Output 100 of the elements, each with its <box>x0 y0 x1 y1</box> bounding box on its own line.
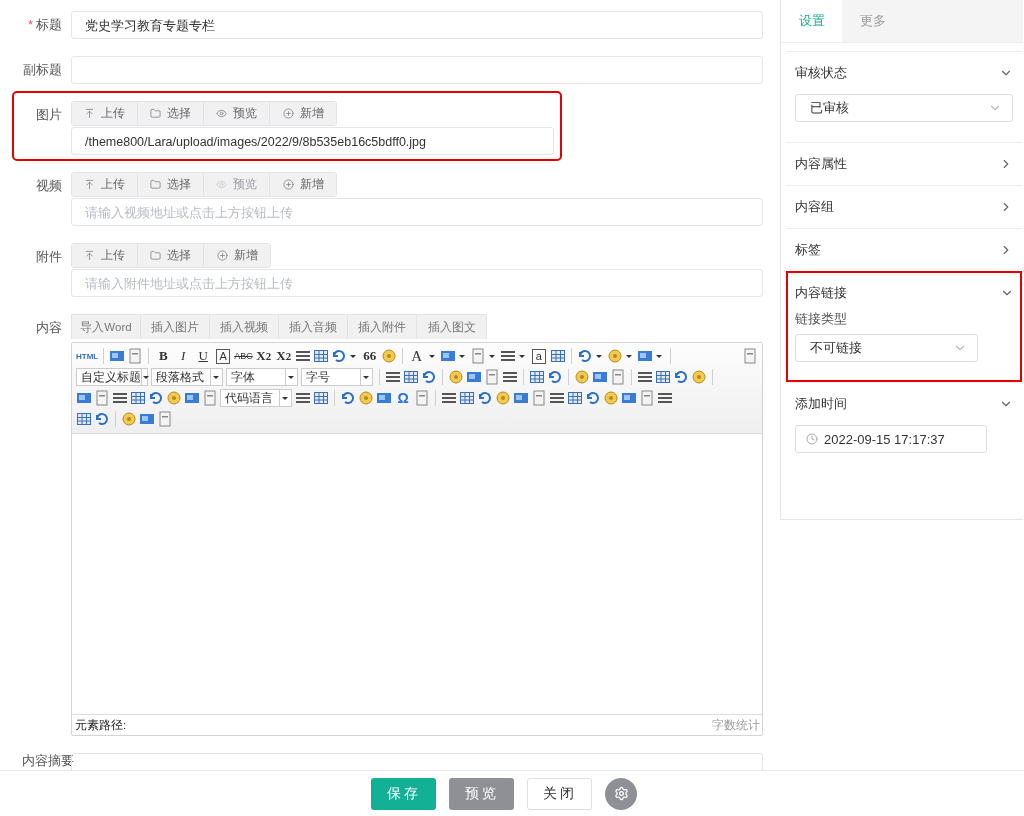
arrow-icon[interactable] <box>340 390 356 406</box>
page-icon[interactable] <box>639 390 655 406</box>
table-icon[interactable] <box>76 411 92 427</box>
section-header[interactable]: 添加时间 <box>795 383 1013 425</box>
page-icon[interactable] <box>157 411 173 427</box>
table-icon[interactable] <box>655 369 671 385</box>
field-label: 副标题 <box>23 62 62 77</box>
circle-icon[interactable] <box>380 348 397 364</box>
plus-circle-icon <box>216 250 228 261</box>
page-icon[interactable] <box>94 390 110 406</box>
caret-icon <box>362 375 369 379</box>
link-type-select[interactable]: 不可链接 <box>795 334 978 362</box>
tile-icon[interactable] <box>513 390 529 406</box>
plus-circle-icon <box>282 108 294 119</box>
lines-icon[interactable] <box>294 348 311 364</box>
input-field[interactable]: 党史学习教育专题专栏 <box>71 11 763 39</box>
tile-icon[interactable] <box>592 369 608 385</box>
table-icon[interactable] <box>549 348 566 364</box>
settings-button[interactable] <box>605 777 637 810</box>
lines-icon[interactable] <box>499 348 516 364</box>
circle-icon[interactable] <box>691 369 707 385</box>
tile-icon[interactable] <box>621 390 637 406</box>
table-icon[interactable] <box>567 390 583 406</box>
circle-icon[interactable] <box>166 390 182 406</box>
format-button[interactable]: U <box>194 347 213 365</box>
page-icon[interactable] <box>414 390 430 406</box>
page-icon[interactable] <box>469 348 486 364</box>
tile-icon[interactable] <box>466 369 482 385</box>
toolbar-select[interactable]: 代码语言 <box>220 389 292 407</box>
format-button[interactable]: I <box>174 347 193 365</box>
section-header[interactable]: 审核状态 <box>795 52 1013 94</box>
tile-icon[interactable] <box>439 348 456 364</box>
table-icon[interactable] <box>130 390 146 406</box>
arrow-icon[interactable] <box>94 411 110 427</box>
circle-icon[interactable] <box>574 369 590 385</box>
arrow-icon[interactable] <box>585 390 601 406</box>
circle-icon[interactable] <box>495 390 511 406</box>
lines-icon[interactable] <box>295 390 311 406</box>
table-icon[interactable] <box>313 390 329 406</box>
upload-toolbar-button[interactable]: 上传 <box>72 102 138 125</box>
arrow-icon[interactable] <box>673 369 689 385</box>
section-header[interactable]: 内容组 <box>795 186 1013 228</box>
circle-icon[interactable] <box>448 369 464 385</box>
section-header[interactable]: 内容属性 <box>795 143 1013 185</box>
format-button[interactable]: Ω <box>394 389 412 407</box>
toolbar-select[interactable]: 字号 <box>301 368 373 386</box>
format-button[interactable]: HTML <box>76 347 99 365</box>
circle-icon[interactable] <box>358 390 374 406</box>
page-icon[interactable] <box>484 369 500 385</box>
format-button[interactable]: 66 <box>360 347 379 365</box>
table-icon[interactable] <box>529 369 545 385</box>
tile-icon[interactable] <box>636 348 653 364</box>
tile-icon[interactable] <box>76 390 92 406</box>
arrow-icon[interactable] <box>576 348 593 364</box>
toolbar-select[interactable]: 字体 <box>226 368 298 386</box>
page-icon[interactable] <box>202 390 218 406</box>
date-time-field[interactable]: 2022-09-15 17:17:37 <box>795 425 987 453</box>
field-label: 内容 <box>35 319 63 337</box>
upload-toolbar-button[interactable]: 上传 <box>72 244 138 267</box>
lines-icon[interactable] <box>112 390 128 406</box>
tile-icon[interactable] <box>184 390 200 406</box>
upload-toolbar-button[interactable]: 上传 <box>72 173 138 196</box>
page-icon[interactable] <box>127 348 144 364</box>
arrow-icon[interactable] <box>330 348 347 364</box>
lines-icon[interactable] <box>637 369 653 385</box>
format-button[interactable]: a <box>531 348 546 364</box>
circle-icon[interactable] <box>121 411 137 427</box>
format-button[interactable]: ABC <box>234 347 253 365</box>
table-icon[interactable] <box>403 369 419 385</box>
lines-icon[interactable] <box>502 369 518 385</box>
lines-icon[interactable] <box>657 390 673 406</box>
page-icon[interactable] <box>610 369 626 385</box>
close-button[interactable]: 关闭 <box>527 777 592 810</box>
clock-icon <box>806 433 818 445</box>
page-icon[interactable] <box>531 390 547 406</box>
arrow-icon[interactable] <box>547 369 563 385</box>
tile-icon[interactable] <box>139 411 155 427</box>
format-button[interactable]: A <box>216 348 231 364</box>
toolbar-select[interactable]: 自定义标题 <box>76 368 148 386</box>
arrow-icon[interactable] <box>477 390 493 406</box>
tile-icon[interactable] <box>109 348 126 364</box>
tile-icon[interactable] <box>376 390 392 406</box>
circle-icon[interactable] <box>603 390 619 406</box>
table-icon[interactable] <box>459 390 475 406</box>
status-select[interactable]: 已审核 <box>795 94 1013 122</box>
input-field[interactable] <box>71 56 763 84</box>
format-button[interactable]: B <box>154 347 173 365</box>
toolbar-select[interactable]: 段落格式 <box>151 368 223 386</box>
lines-icon[interactable] <box>441 390 457 406</box>
circle-icon[interactable] <box>606 348 623 364</box>
lines-icon[interactable] <box>385 369 401 385</box>
section-header[interactable]: 标签 <box>795 229 1013 271</box>
format-button[interactable]: A <box>407 347 426 365</box>
page-icon[interactable] <box>742 348 758 364</box>
arrow-icon[interactable] <box>148 390 164 406</box>
field-label: 标题 <box>36 17 62 32</box>
arrow-icon[interactable] <box>421 369 437 385</box>
table-icon[interactable] <box>312 348 329 364</box>
input-field[interactable]: /theme800/Lara/upload/images/2022/9/8b535eb16c5bdff0.jpg <box>71 127 554 155</box>
lines-icon[interactable] <box>549 390 565 406</box>
